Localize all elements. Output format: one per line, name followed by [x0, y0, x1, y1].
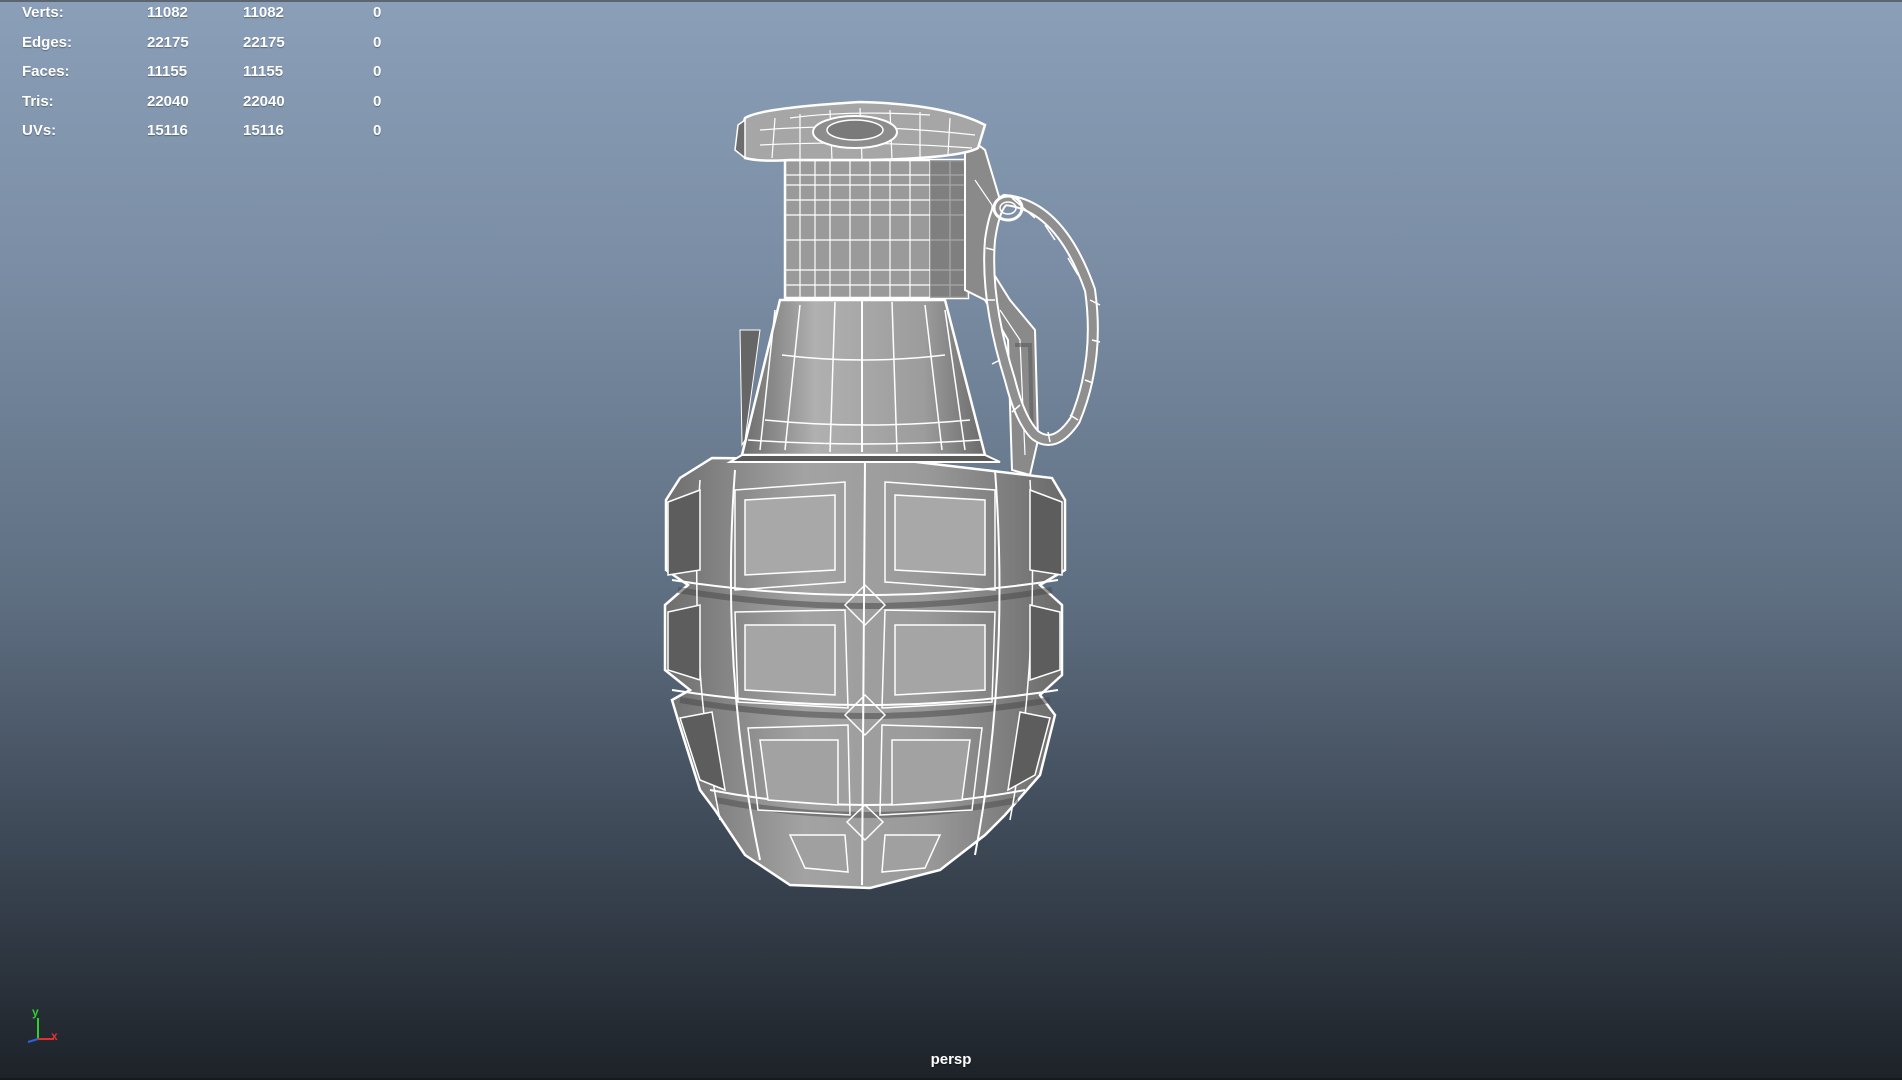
axis-gizmo: y x [14, 1000, 66, 1048]
persp-viewport[interactable]: Verts: 11082 11082 0 Edges: 22175 22175 … [0, 0, 1902, 1080]
z-axis-line [27, 1038, 39, 1043]
y-axis-label: y [32, 1005, 39, 1019]
grenade-model[interactable] [0, 0, 1902, 1080]
grenade-top-cap [734, 100, 987, 162]
grenade-body [663, 456, 1067, 890]
grenade-neck [726, 298, 1001, 463]
x-axis-label: x [51, 1029, 58, 1043]
camera-name-label: persp [930, 1051, 972, 1068]
axis-gizmo-lines [27, 1018, 54, 1043]
